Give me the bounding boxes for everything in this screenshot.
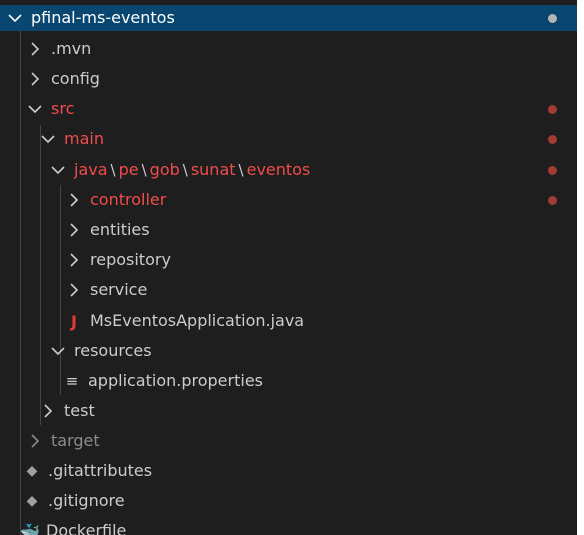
path-segment-sunat: sunat bbox=[190, 160, 236, 179]
tree-item-repository[interactable]: repository bbox=[0, 245, 577, 275]
tree-item-label: resources bbox=[74, 341, 152, 360]
tree-item-dockerfile[interactable]: 🐳 Dockerfile bbox=[0, 516, 577, 535]
git-file-icon: ◆ bbox=[26, 463, 38, 479]
tree-item-label: target bbox=[51, 431, 100, 450]
chevron-down-icon bbox=[25, 99, 45, 119]
tree-item-java-file[interactable]: J MsEventosApplication.java bbox=[0, 306, 577, 336]
chevron-right-icon bbox=[25, 431, 45, 451]
tree-item-label: Dockerfile bbox=[46, 521, 127, 535]
tree-item-resources[interactable]: resources bbox=[0, 336, 577, 366]
path-separator: \ bbox=[238, 161, 244, 179]
tree-item-label: application.properties bbox=[88, 371, 263, 390]
git-file-icon: ◆ bbox=[26, 493, 38, 509]
modified-dot bbox=[548, 195, 557, 205]
chevron-right-icon bbox=[64, 190, 84, 210]
path-segment-gob: gob bbox=[149, 160, 180, 179]
docker-icon: 🐳 bbox=[20, 521, 40, 535]
tree-item-gitignore[interactable]: ◆ .gitignore bbox=[0, 486, 577, 516]
java-file-icon: J bbox=[71, 311, 77, 331]
path-segment-eventos: eventos bbox=[246, 160, 311, 179]
modified-dot bbox=[548, 104, 557, 114]
tree-item-mvn[interactable]: .mvn bbox=[0, 34, 577, 64]
tree-item-test[interactable]: test bbox=[0, 396, 577, 426]
chevron-right-icon bbox=[25, 69, 45, 89]
tree-item-properties-file[interactable]: ≡ application.properties bbox=[0, 366, 577, 396]
project-name: pfinal-ms-eventos bbox=[31, 8, 175, 27]
tree-item-service[interactable]: service bbox=[0, 275, 577, 305]
tree-item-label: .mvn bbox=[51, 39, 92, 58]
tree-item-java-package[interactable]: java \ pe \ gob \ sunat \ eventos bbox=[0, 155, 577, 185]
tree-item-label: test bbox=[64, 401, 95, 420]
tree-item-target[interactable]: target bbox=[0, 426, 577, 456]
tree-item-label: config bbox=[51, 69, 100, 88]
path-separator: \ bbox=[110, 161, 116, 179]
chevron-down-icon bbox=[38, 129, 58, 149]
path-separator: \ bbox=[182, 161, 188, 179]
tree-item-label: .gitignore bbox=[48, 491, 125, 510]
chevron-down-icon bbox=[48, 341, 68, 361]
path-segment-java: java bbox=[74, 160, 108, 179]
chevron-right-icon bbox=[64, 220, 84, 240]
chevron-right-icon bbox=[64, 250, 84, 270]
tree-item-label: service bbox=[90, 280, 148, 299]
chevron-right-icon bbox=[25, 39, 45, 59]
chevron-right-icon bbox=[64, 280, 84, 300]
properties-file-icon: ≡ bbox=[65, 372, 79, 390]
modified-dot bbox=[548, 134, 557, 144]
chevron-down-icon bbox=[5, 8, 25, 28]
tree-item-label: .gitattributes bbox=[48, 461, 153, 480]
project-folder-header[interactable]: pfinal-ms-eventos bbox=[0, 5, 577, 31]
tree-item-controller[interactable]: controller bbox=[0, 185, 577, 215]
tree-item-main[interactable]: main bbox=[0, 124, 577, 154]
file-explorer: pfinal-ms-eventos .mvn config src main j… bbox=[0, 0, 577, 535]
path-separator: \ bbox=[141, 161, 147, 179]
tree-item-label: repository bbox=[90, 250, 171, 269]
tree-item-label: entities bbox=[90, 220, 150, 239]
chevron-down-icon bbox=[48, 160, 68, 180]
tree-item-src[interactable]: src bbox=[0, 94, 577, 124]
tree-item-entities[interactable]: entities bbox=[0, 215, 577, 245]
modified-dot bbox=[548, 165, 557, 175]
path-segment-pe: pe bbox=[118, 160, 139, 179]
status-dot bbox=[548, 13, 557, 23]
tree-item-gitattributes[interactable]: ◆ .gitattributes bbox=[0, 456, 577, 486]
tree-item-label: main bbox=[64, 129, 104, 148]
tree-item-label: MsEventosApplication.java bbox=[90, 311, 305, 330]
tree-item-config[interactable]: config bbox=[0, 64, 577, 94]
chevron-right-icon bbox=[38, 401, 58, 421]
tree-item-label: controller bbox=[90, 190, 167, 209]
tree-item-label: src bbox=[51, 99, 75, 118]
